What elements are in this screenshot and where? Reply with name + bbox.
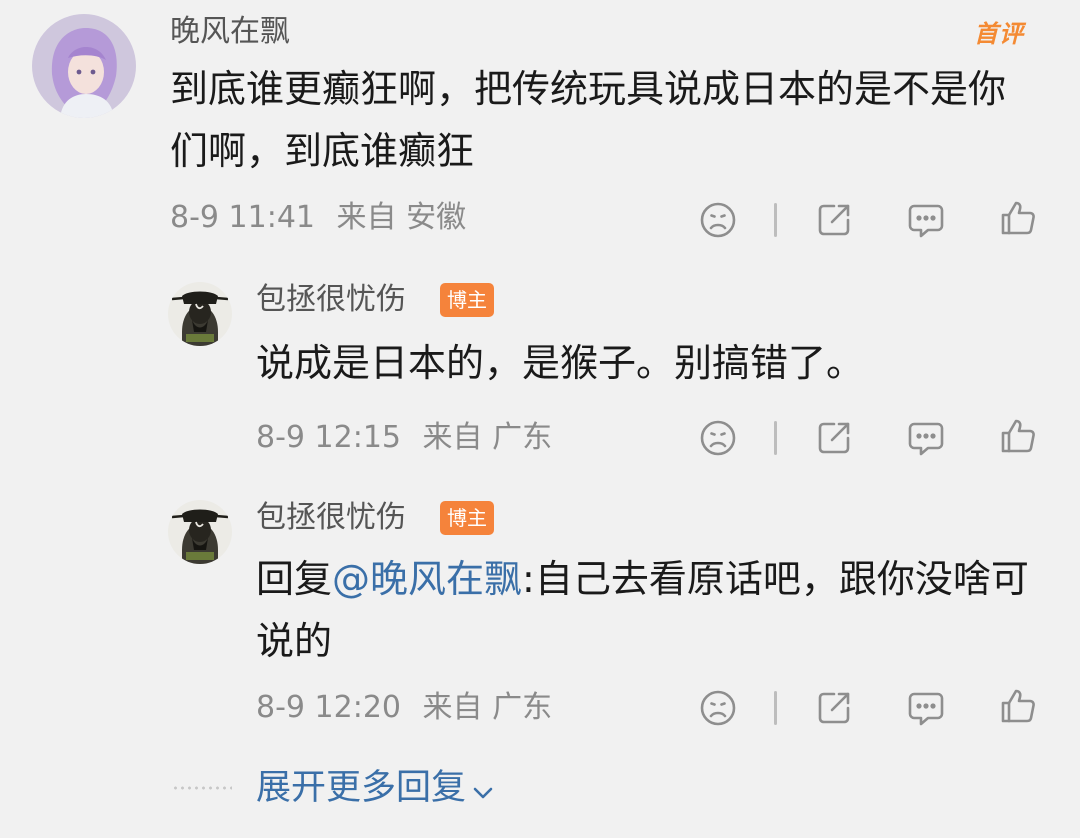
avatar[interactable] [168,500,232,564]
comment-location: 来自 安徽 [336,200,467,235]
sad-face-icon[interactable] [698,688,738,728]
comment-meta: 8-9 11:41 来自 安徽 [170,200,466,236]
reply-time: 8-9 12:20 [256,690,401,725]
reply-meta: 8-9 12:20 来自 广东 [256,690,552,726]
reply-text: 回复@晚风在飘:自己去看原话吧，跟你没啥可说的 [256,548,1036,672]
sad-face-icon[interactable] [698,418,738,458]
reply-location: 来自 广东 [422,420,553,455]
avatar[interactable] [168,282,232,346]
comment-time: 8-9 11:41 [170,200,315,235]
comment-icon[interactable] [906,200,946,240]
username[interactable]: 包拯很忧伤 [256,500,406,536]
thumbs-up-icon[interactable] [998,198,1038,238]
divider [774,203,777,237]
thumbs-up-icon[interactable] [998,686,1038,726]
divider [774,421,777,455]
reply-text: 说成是日本的，是猴子。别搞错了。 [256,341,865,385]
sad-face-icon[interactable] [698,200,738,240]
username[interactable]: 包拯很忧伤 [256,282,406,318]
comment-icon[interactable] [906,418,946,458]
divider [774,691,777,725]
author-badge: 博主 [440,501,494,535]
avatar[interactable] [32,14,136,118]
reply-time: 8-9 12:15 [256,420,401,455]
first-comment-badge: 首评 [974,20,1024,48]
reply-meta: 8-9 12:15 来自 广东 [256,420,552,456]
expand-label: 展开更多回复 [256,768,467,808]
comment-text: 到底谁更癫狂啊，把传统玩具说成日本的是不是你们啊，到底谁癫狂 [170,67,1007,173]
mention-link[interactable]: @晚风在飘 [332,557,522,601]
author-badge: 博主 [440,283,494,317]
username[interactable]: 晚风在飘 [170,14,290,50]
reply-prefix: 回复 [256,557,333,601]
dotted-divider [172,786,232,790]
thumbs-up-icon[interactable] [998,416,1038,456]
reply-location: 来自 广东 [422,690,553,725]
share-icon[interactable] [814,200,854,240]
comment-icon[interactable] [906,688,946,728]
share-icon[interactable] [814,688,854,728]
share-icon[interactable] [814,418,854,458]
expand-more-replies-link[interactable]: 展开更多回复 [256,766,494,811]
chevron-down-icon [472,767,494,811]
